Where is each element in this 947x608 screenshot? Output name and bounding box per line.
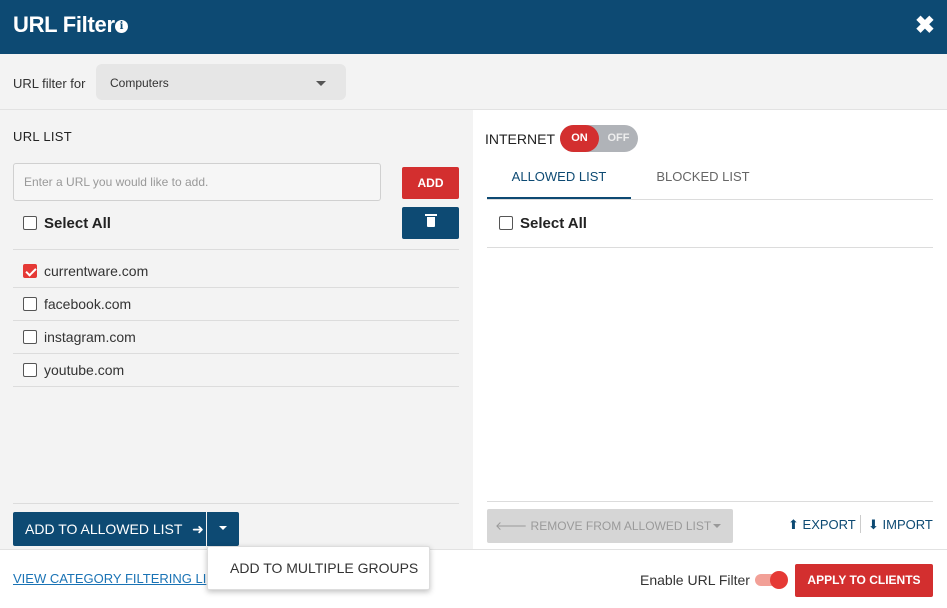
allowed-blocked-panel: INTERNET ON OFF ALLOWED LIST BLOCKED LIS… bbox=[473, 110, 947, 549]
export-button[interactable]: ⬆ EXPORT bbox=[788, 517, 856, 533]
tabs-divider bbox=[487, 199, 933, 200]
url-item-checkbox[interactable] bbox=[23, 264, 37, 278]
url-item-checkbox[interactable] bbox=[23, 297, 37, 311]
remove-from-allowed-list-label: REMOVE FROM ALLOWED LIST bbox=[530, 519, 712, 533]
allowed-bottom-divider bbox=[487, 501, 933, 502]
add-to-allowed-list-label: ADD TO ALLOWED LIST bbox=[25, 521, 183, 537]
target-type-select[interactable]: Computers bbox=[96, 64, 346, 100]
url-list-item[interactable]: facebook.com bbox=[13, 288, 459, 321]
url-item-checkbox[interactable] bbox=[23, 330, 37, 344]
dialog-footer: VIEW CATEGORY FILTERING LI Enable URL Fi… bbox=[0, 549, 947, 608]
arrow-right-icon: ➜ bbox=[192, 522, 204, 538]
add-url-button[interactable]: ADD bbox=[402, 167, 459, 199]
import-button[interactable]: ⬇ IMPORT bbox=[868, 517, 933, 533]
url-item-label: currentware.com bbox=[44, 263, 149, 279]
url-list-select-all-label: Select All bbox=[44, 215, 111, 232]
url-list-select-all-checkbox[interactable] bbox=[23, 216, 37, 230]
target-type-value: Computers bbox=[110, 76, 169, 90]
info-icon[interactable]: i bbox=[115, 20, 128, 33]
add-options-menu: ADD TO MULTIPLE GROUPS bbox=[207, 546, 430, 590]
url-list-item[interactable]: instagram.com bbox=[13, 321, 459, 354]
delete-button[interactable] bbox=[402, 207, 459, 239]
chevron-down-icon bbox=[316, 81, 326, 86]
url-list-divider bbox=[13, 249, 459, 250]
add-to-multiple-groups-item[interactable]: ADD TO MULTIPLE GROUPS bbox=[230, 560, 418, 576]
filter-bar: URL filter for Computers bbox=[0, 54, 947, 110]
arrow-left-icon: 🡐 bbox=[495, 519, 528, 533]
toggle-knob bbox=[770, 571, 788, 589]
url-item-checkbox[interactable] bbox=[23, 363, 37, 377]
export-label: EXPORT bbox=[802, 517, 856, 532]
url-list-item[interactable]: currentware.com bbox=[13, 255, 459, 288]
allowed-select-all-label: Select All bbox=[520, 215, 587, 232]
chevron-down-icon bbox=[713, 524, 721, 528]
url-input[interactable] bbox=[13, 163, 381, 201]
view-category-filtering-link[interactable]: VIEW CATEGORY FILTERING LI bbox=[13, 571, 206, 586]
close-icon[interactable]: ✖ bbox=[915, 14, 935, 38]
download-icon: ⬇ bbox=[868, 517, 879, 532]
dialog-title: URL Filter bbox=[13, 12, 115, 37]
enable-url-filter-toggle[interactable] bbox=[755, 571, 788, 589]
allowed-select-all-checkbox[interactable] bbox=[499, 216, 513, 230]
add-options-dropdown-toggle[interactable] bbox=[207, 512, 239, 546]
add-to-allowed-list-button[interactable]: ADD TO ALLOWED LIST ➜ bbox=[13, 512, 206, 546]
url-item-label: instagram.com bbox=[44, 329, 136, 345]
tab-blocked-list[interactable]: BLOCKED LIST bbox=[631, 159, 775, 199]
url-item-label: youtube.com bbox=[44, 362, 125, 378]
internet-toggle[interactable]: ON OFF bbox=[560, 125, 638, 152]
url-list-item[interactable]: youtube.com bbox=[13, 354, 459, 387]
url-filter-for-label: URL filter for bbox=[13, 76, 86, 91]
upload-icon: ⬆ bbox=[788, 517, 799, 532]
url-list-title: URL LIST bbox=[13, 129, 72, 144]
dialog-header: URL Filter i ✖ bbox=[0, 0, 947, 54]
url-list-panel: URL LIST ADD Select All currentware.com … bbox=[0, 110, 473, 549]
remove-from-allowed-list-button[interactable]: 🡐 REMOVE FROM ALLOWED LIST bbox=[487, 509, 733, 543]
import-label: IMPORT bbox=[882, 517, 933, 532]
url-item-label: facebook.com bbox=[44, 296, 132, 312]
export-import-separator bbox=[860, 515, 861, 533]
apply-to-clients-button[interactable]: APPLY TO CLIENTS bbox=[795, 564, 933, 597]
url-list-bottom-divider bbox=[13, 503, 459, 504]
trash-icon bbox=[425, 214, 437, 227]
tab-allowed-list[interactable]: ALLOWED LIST bbox=[487, 159, 631, 199]
internet-label: INTERNET bbox=[485, 131, 555, 147]
internet-toggle-off: OFF bbox=[607, 132, 630, 144]
allowed-list-divider bbox=[487, 247, 933, 248]
internet-toggle-on: ON bbox=[560, 125, 599, 152]
enable-url-filter-label: Enable URL Filter bbox=[640, 572, 750, 588]
